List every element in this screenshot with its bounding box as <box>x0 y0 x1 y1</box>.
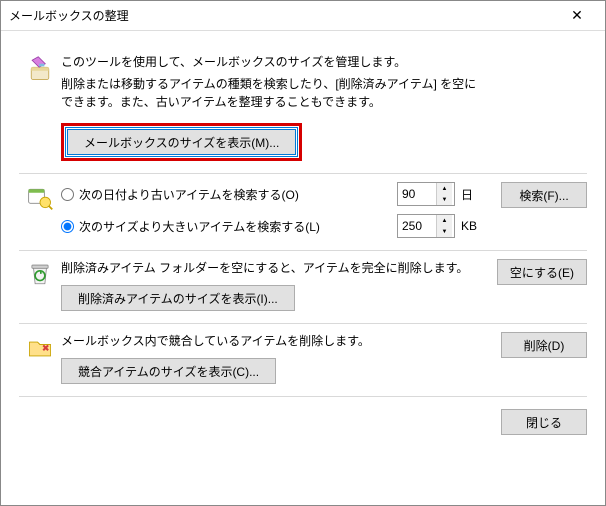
recycle-bin-icon <box>27 261 53 290</box>
find-older-radio[interactable]: 次の日付より古いアイテムを検索する(O) <box>61 186 397 203</box>
spinner-down-icon[interactable]: ▼ <box>437 194 452 205</box>
conflict-folder-icon <box>27 334 53 363</box>
close-icon[interactable]: ✕ <box>557 2 597 30</box>
mailbox-cleanup-dialog: メールボックスの整理 ✕ このツールを使用して、メールボックスのサイズを管理しま… <box>0 0 606 506</box>
view-mailbox-size-button[interactable]: メールボックスのサイズを表示(M)... <box>67 129 296 155</box>
conflicts-text: メールボックス内で競合しているアイテムを削除します。 <box>61 332 479 350</box>
close-button[interactable]: 閉じる <box>501 409 587 435</box>
delete-button[interactable]: 削除(D) <box>501 332 587 358</box>
find-button[interactable]: 検索(F)... <box>501 182 587 208</box>
search-calendar-icon <box>26 184 54 215</box>
find-section: 次の日付より古いアイテムを検索する(O) ▲ ▼ 日 次のサイズより大き <box>19 174 587 248</box>
deleted-section: 削除済みアイテム フォルダーを空にすると、アイテムを完全に削除します。 削除済み… <box>19 251 587 321</box>
dialog-body: このツールを使用して、メールボックスのサイズを管理します。 削除または移動するア… <box>1 31 605 505</box>
find-larger-radio[interactable]: 次のサイズより大きいアイテムを検索する(L) <box>61 218 397 235</box>
spinner-up-icon[interactable]: ▲ <box>437 183 452 194</box>
spinner-down-icon[interactable]: ▼ <box>437 226 452 237</box>
older-unit: 日 <box>455 186 479 203</box>
find-older-label: 次の日付より古いアイテムを検索する(O) <box>79 186 299 203</box>
older-days-spinner[interactable]: ▲ ▼ <box>397 182 455 206</box>
view-conflicts-size-button[interactable]: 競合アイテムのサイズを表示(C)... <box>61 358 276 384</box>
view-deleted-size-button[interactable]: 削除済みアイテムのサイズを表示(I)... <box>61 285 295 311</box>
larger-unit: KB <box>455 219 479 233</box>
footer: 閉じる <box>19 397 587 435</box>
larger-kb-input[interactable] <box>398 215 436 237</box>
intro-text-1: このツールを使用して、メールボックスのサイズを管理します。 <box>61 53 479 71</box>
window-title: メールボックスの整理 <box>9 7 557 24</box>
older-days-input[interactable] <box>398 183 436 205</box>
larger-kb-spinner[interactable]: ▲ ▼ <box>397 214 455 238</box>
conflicts-section: メールボックス内で競合しているアイテムを削除します。 競合アイテムのサイズを表示… <box>19 324 587 394</box>
mailbox-cleanup-icon <box>26 55 54 86</box>
find-larger-label: 次のサイズより大きいアイテムを検索する(L) <box>79 218 320 235</box>
spinner-up-icon[interactable]: ▲ <box>437 215 452 226</box>
intro-text-2: 削除または移動するアイテムの種類を検索したり、[削除済みアイテム] を空にできま… <box>61 75 479 111</box>
empty-button[interactable]: 空にする(E) <box>497 259 587 285</box>
highlight-box: メールボックスのサイズを表示(M)... <box>61 123 302 161</box>
intro-section: このツールを使用して、メールボックスのサイズを管理します。 削除または移動するア… <box>19 45 587 171</box>
deleted-text: 削除済みアイテム フォルダーを空にすると、アイテムを完全に削除します。 <box>61 259 479 277</box>
titlebar: メールボックスの整理 ✕ <box>1 1 605 31</box>
